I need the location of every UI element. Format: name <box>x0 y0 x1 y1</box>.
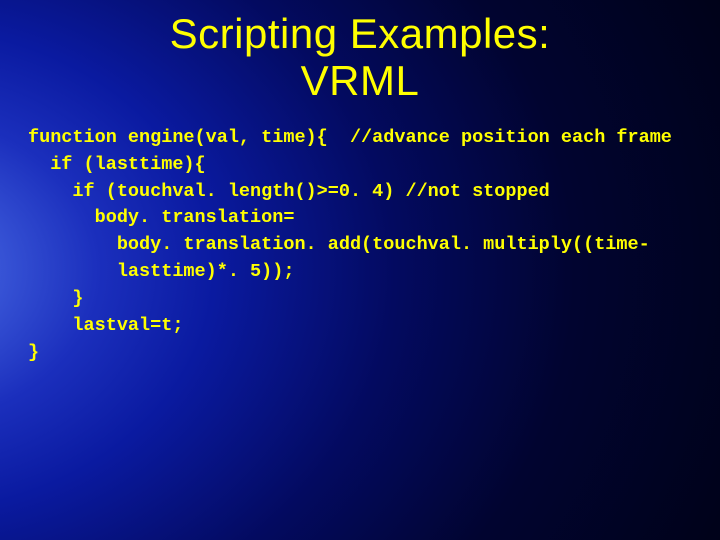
code-block: function engine(val, time){ //advance po… <box>28 125 708 366</box>
code-line: if (lasttime){ <box>28 154 206 175</box>
code-line: body. translation. add(touchval. multipl… <box>28 234 650 255</box>
slide: Scripting Examples: VRML function engine… <box>0 0 720 540</box>
title-line-2: VRML <box>301 57 420 104</box>
title-line-1: Scripting Examples: <box>170 10 551 57</box>
code-line: } <box>28 288 84 309</box>
slide-title: Scripting Examples: VRML <box>0 10 720 104</box>
code-line: } <box>28 342 39 363</box>
code-line: lasttime)*. 5)); <box>28 261 294 282</box>
code-line: lastval=t; <box>28 315 183 336</box>
code-line: body. translation= <box>28 207 294 228</box>
code-line: function engine(val, time){ //advance po… <box>28 127 672 148</box>
code-line: if (touchval. length()>=0. 4) //not stop… <box>28 181 550 202</box>
